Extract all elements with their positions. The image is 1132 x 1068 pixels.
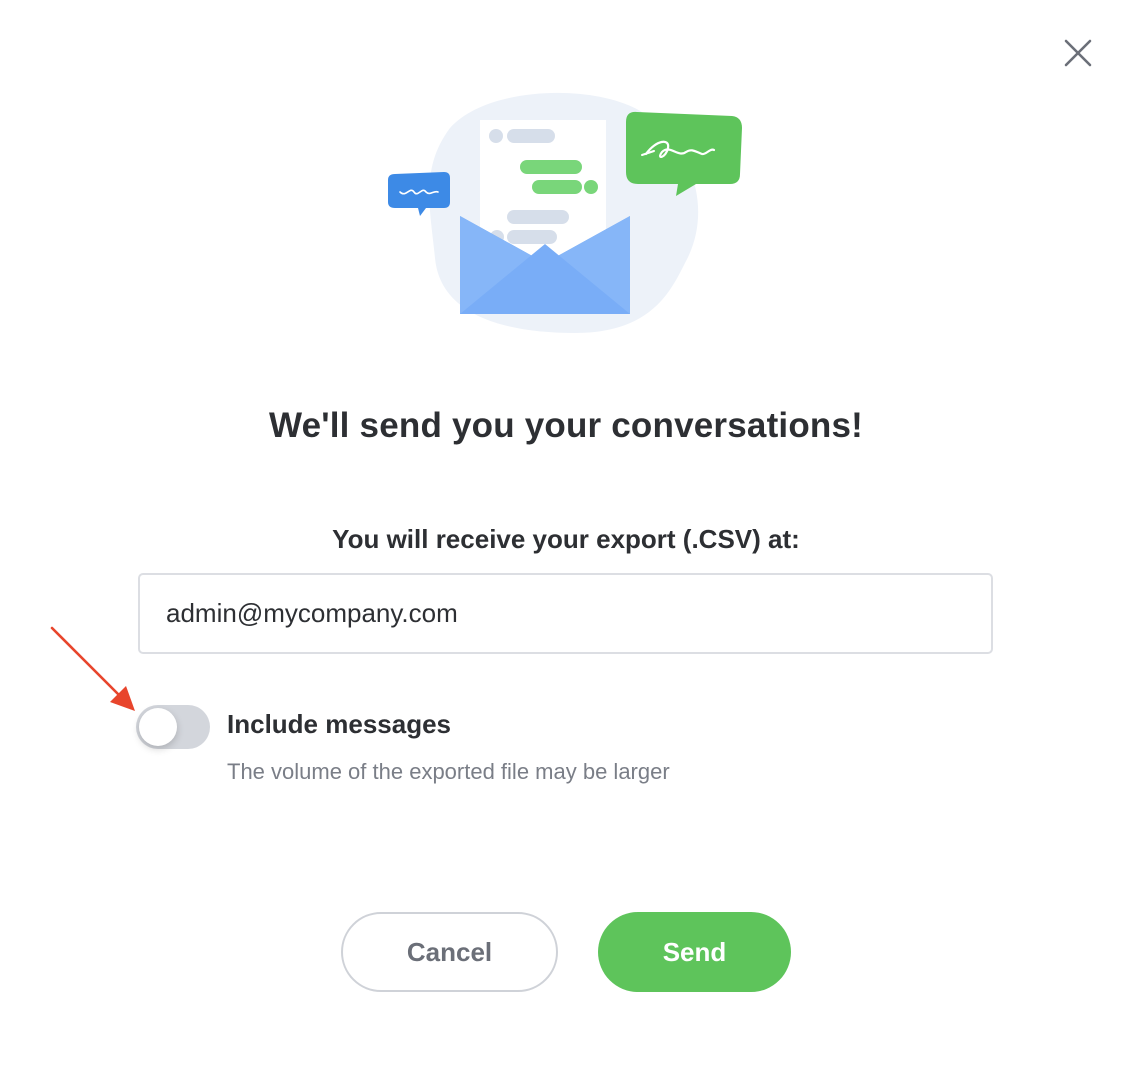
- annotation-arrow-icon: [50, 626, 135, 711]
- dialog-title: We'll send you your conversations!: [268, 406, 864, 445]
- cancel-button[interactable]: Cancel: [341, 912, 558, 992]
- close-icon: [1064, 39, 1092, 67]
- send-button[interactable]: Send: [598, 912, 791, 992]
- close-button[interactable]: [1052, 27, 1104, 79]
- include-messages-hint: The volume of the exported file may be l…: [227, 759, 670, 784]
- export-destination-label: You will receive your export (.CSV) at:: [332, 524, 800, 554]
- envelope-illustration: [388, 92, 742, 333]
- email-field[interactable]: [138, 573, 993, 654]
- include-messages-label: Include messages: [227, 709, 451, 739]
- export-conversations-dialog: We'll send you your conversations! You w…: [0, 0, 1132, 1068]
